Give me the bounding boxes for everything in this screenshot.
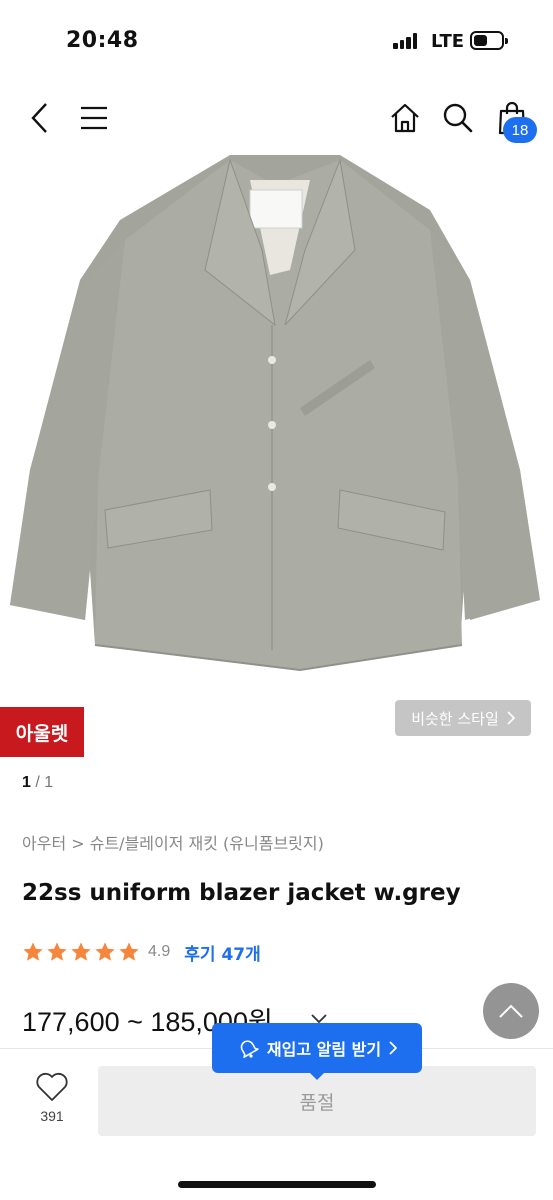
outlet-badge: 아울렛 <box>0 707 84 757</box>
star-icon <box>47 942 67 961</box>
restock-alert-label: 재입고 알림 받기 <box>266 1040 382 1059</box>
rating-row: 4.9 후기 47개 <box>22 938 261 966</box>
battery-icon <box>470 31 508 50</box>
search-icon <box>443 103 473 133</box>
product-title: 22ss uniform blazer jacket w.grey <box>22 880 461 906</box>
star-icon <box>23 942 43 961</box>
review-count-link[interactable]: 후기 47개 <box>184 940 261 965</box>
home-icon <box>391 103 419 133</box>
rating-value: 4.9 <box>148 943 171 960</box>
hamburger-icon <box>81 106 107 130</box>
chevron-up-icon <box>499 1004 523 1018</box>
chevron-left-icon <box>31 103 47 133</box>
back-button[interactable] <box>18 90 62 146</box>
star-icon <box>95 942 115 961</box>
signal-icon <box>393 33 423 49</box>
pager-current: 1 <box>22 774 31 791</box>
home-indicator <box>178 1181 376 1188</box>
status-time: 20:48 <box>66 28 139 53</box>
menu-button[interactable] <box>72 90 116 146</box>
heart-icon <box>36 1072 68 1101</box>
star-icon <box>119 942 139 961</box>
top-navigation <box>0 90 553 150</box>
similar-style-label: 비슷한 스타일 <box>411 709 499 728</box>
bell-icon <box>240 1040 259 1058</box>
product-image[interactable] <box>0 150 553 690</box>
image-pager: 1 / 1 <box>22 774 53 792</box>
pager-total: / 1 <box>30 774 54 791</box>
like-count: 391 <box>40 1108 64 1124</box>
search-button[interactable] <box>436 90 480 146</box>
chevron-right-icon <box>389 1041 398 1055</box>
category-breadcrumb[interactable]: 아우터 > 슈트/블레이저 재킷 (유니폼브릿지) <box>22 830 324 854</box>
status-bar: 20:48 LTE <box>0 0 553 80</box>
like-button[interactable]: 391 <box>22 1072 82 1136</box>
network-label: LTE <box>431 31 465 52</box>
restock-alert-button[interactable]: 재입고 알림 받기 <box>212 1023 422 1080</box>
home-button[interactable] <box>383 90 427 146</box>
rating-stars <box>22 941 140 963</box>
chevron-right-icon <box>507 711 515 725</box>
star-icon <box>71 942 91 961</box>
cart-count-badge: 18 <box>503 117 537 143</box>
similar-style-button[interactable]: 비슷한 스타일 <box>395 700 531 736</box>
scroll-to-top-button[interactable] <box>483 983 539 1039</box>
